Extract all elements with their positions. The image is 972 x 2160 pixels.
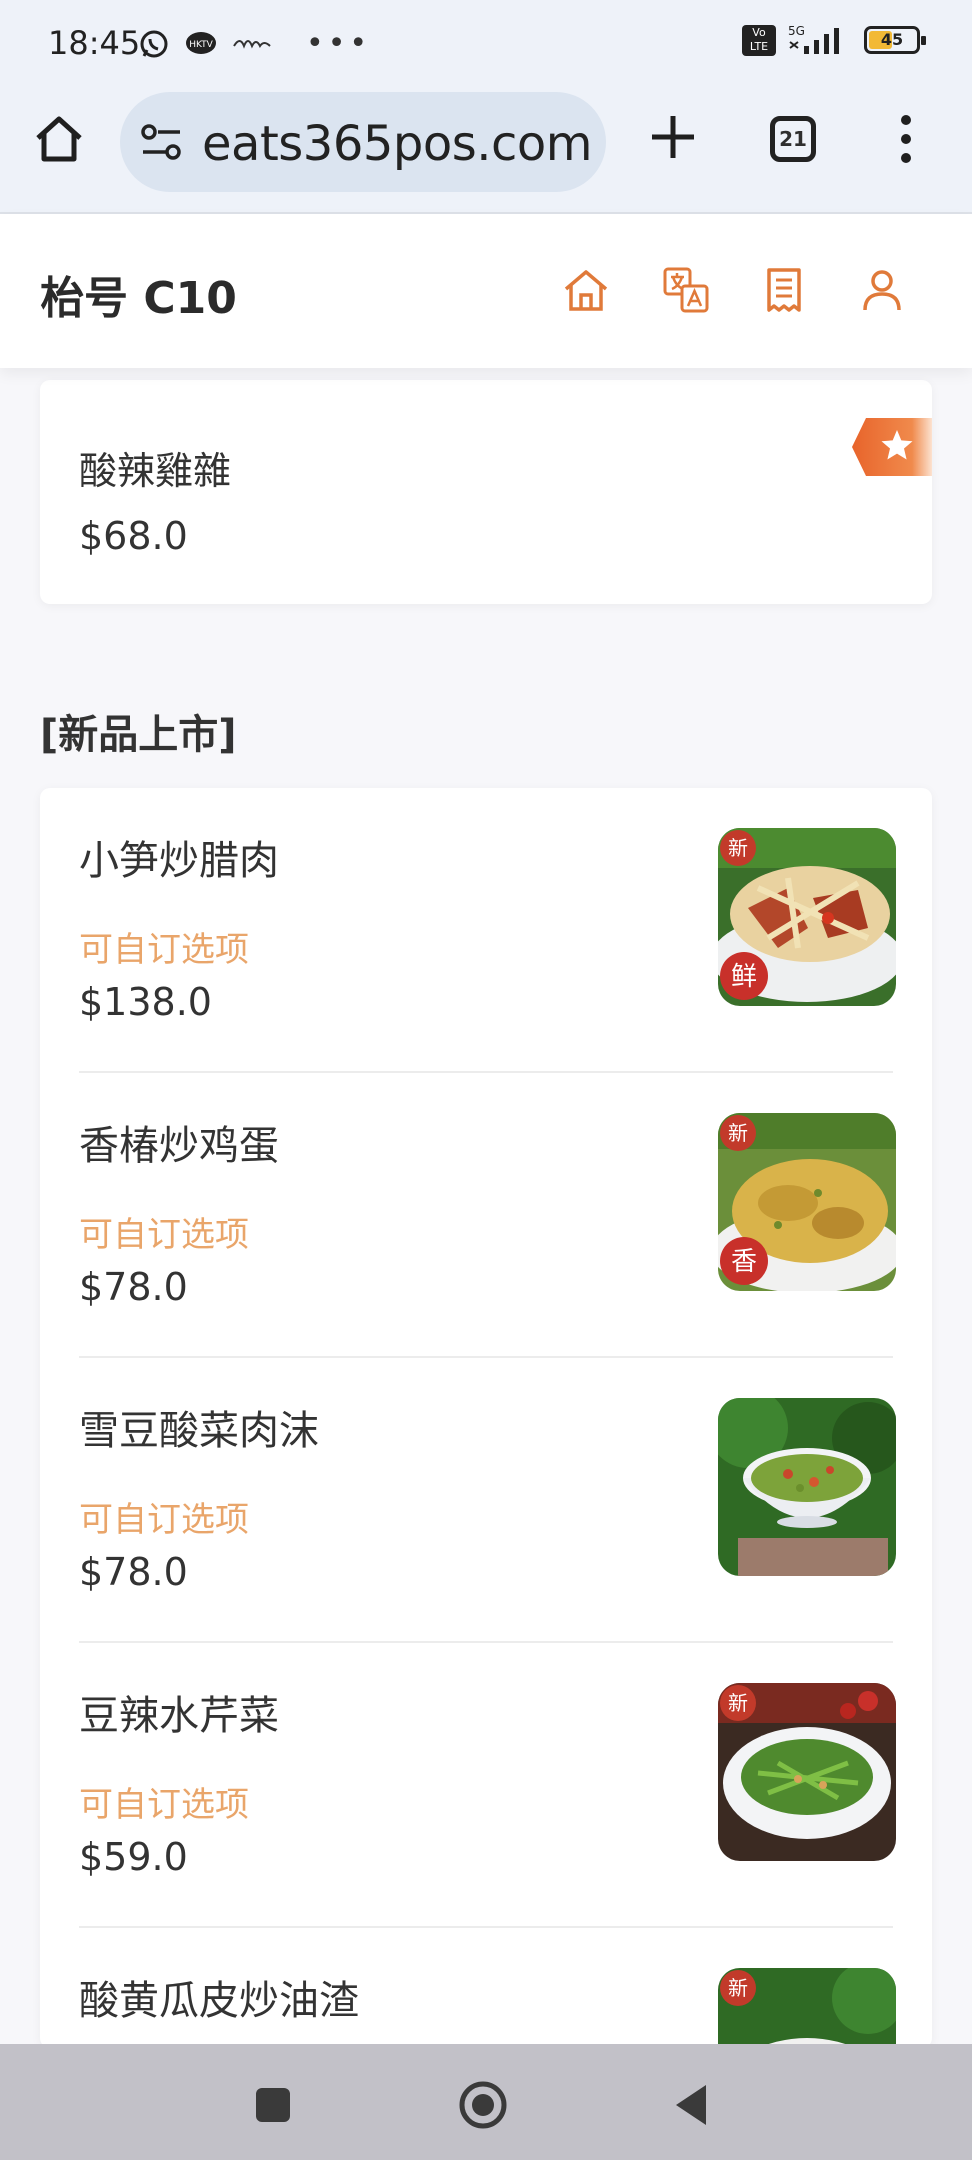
item-name: 酸辣雞雜 [79,449,232,493]
dish-image: 新 鲜 [718,828,896,1006]
svg-text:新: 新 [728,1121,748,1145]
item-price: $138.0 [79,980,212,1024]
hktv-icon: HKTV [186,31,216,54]
new-tab-icon[interactable] [646,110,700,164]
item-option: 可自订选项 [79,1785,249,1825]
battery-level: 45 [880,30,904,49]
menu-list: 小笋炒腊肉 可自订选项 $138.0 新 鲜 香椿炒鸡蛋 可自订选项 $78.0 [40,788,932,2048]
url-bar[interactable]: eats365pos.com [120,92,606,192]
browser-menu-icon[interactable] [900,112,912,166]
signature-icon [233,39,271,49]
menu-item-card[interactable]: 酸辣雞雜 $68.0 [40,380,932,604]
table-number: 枱号 C10 [40,273,237,324]
list-item[interactable]: 雪豆酸菜肉沫 可自订选项 $78.0 [40,1358,932,1643]
battery-icon: 45 [864,26,926,54]
section-title: [新品上市] [40,712,237,758]
svg-text:鲜: 鲜 [731,962,757,992]
recent-apps-icon[interactable] [248,2080,298,2130]
back-icon[interactable] [668,2080,718,2130]
item-name: 香椿炒鸡蛋 [79,1123,279,1169]
item-option: 可自订选项 [79,1215,249,1255]
home-button-icon[interactable] [458,2080,508,2130]
item-name: 雪豆酸菜肉沫 [79,1408,319,1454]
notification-icons: HKTV ••• [138,26,371,61]
svg-text:HKTV: HKTV [189,40,213,50]
item-price: $78.0 [79,1265,188,1309]
svg-text:香: 香 [731,1247,757,1277]
browser-home-icon[interactable] [32,112,86,166]
system-nav-bar [0,2044,972,2160]
signal-icon: 5G [788,24,839,54]
url-text: eats365pos.com [202,116,593,172]
dish-image: 新 [718,1968,896,2048]
svg-text:新: 新 [728,1976,748,2000]
list-item[interactable]: 酸黄瓜皮炒油渣 新 [40,1928,932,2048]
network-label: 5G [788,24,805,38]
item-price: $78.0 [79,1550,188,1594]
volte-icon: Vo LTE [742,24,776,56]
item-option: 可自订选项 [79,1500,249,1540]
status-bar: 18:45 HKTV ••• Vo LTE 5G 45 [0,0,972,88]
star-icon [852,418,932,476]
item-option: 可自订选项 [79,930,249,970]
item-name: 豆辣水芹菜 [79,1693,279,1739]
whatsapp-icon [140,30,168,57]
dish-image [718,1398,896,1576]
list-item[interactable]: 小笋炒腊肉 可自订选项 $138.0 新 鲜 [40,788,932,1073]
svg-text:新: 新 [728,1691,748,1715]
dish-image: 新 [718,1683,896,1861]
item-name: 酸黄瓜皮炒油渣 [79,1978,359,2024]
list-item[interactable]: 香椿炒鸡蛋 可自订选项 $78.0 新 香 [40,1073,932,1358]
dish-image: 新 香 [718,1113,896,1291]
user-icon[interactable] [858,266,906,314]
item-price: $68.0 [79,514,188,558]
status-right: Vo LTE 5G 45 [742,24,926,56]
item-name: 小笋炒腊肉 [79,838,279,884]
receipt-icon[interactable] [760,266,808,314]
list-item[interactable]: 豆辣水芹菜 可自订选项 $59.0 新 [40,1643,932,1928]
tab-switcher-button[interactable]: 21 [770,116,816,162]
translate-icon[interactable] [662,266,710,314]
site-settings-icon[interactable] [140,120,184,164]
svg-text:新: 新 [728,836,748,860]
app-header: 枱号 C10 [0,214,972,368]
browser-toolbar: eats365pos.com 21 [0,88,972,214]
item-price: $59.0 [79,1835,188,1879]
status-time: 18:45 [48,24,141,62]
more-notifications-icon: ••• [306,26,372,61]
home-icon[interactable] [562,266,610,314]
